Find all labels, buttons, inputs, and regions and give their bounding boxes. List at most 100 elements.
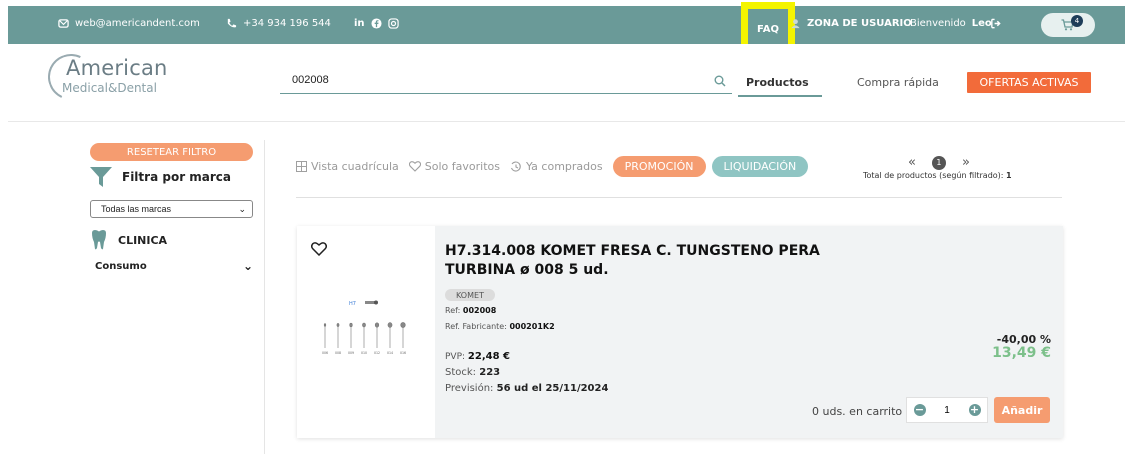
bur-head — [349, 322, 353, 328]
bur-head — [323, 323, 327, 327]
bought-label: Ya comprados — [525, 160, 603, 173]
toolbar-divider — [296, 197, 1062, 198]
promocion-filter[interactable]: PROMOCIÓN — [612, 156, 706, 177]
minus-icon: − — [913, 403, 926, 416]
funnel-icon — [90, 167, 112, 187]
nav-active-underline — [738, 95, 822, 97]
cart-button[interactable] — [1041, 13, 1095, 37]
quantity-stepper: − + — [906, 397, 988, 423]
bur-size-label: 010 — [361, 351, 367, 355]
category-label: CLINICA — [118, 233, 168, 247]
bur-head — [387, 322, 393, 328]
chevron-down-icon: ⌄ — [242, 259, 253, 273]
total-value: 1 — [1006, 171, 1012, 180]
grid-view-toggle[interactable]: Vista cuadrícula — [296, 160, 399, 173]
email-text: web@americandent.com — [75, 18, 200, 29]
image-code: H7 — [349, 301, 356, 307]
pvp-value: 22,48 € — [467, 351, 510, 362]
logout-button[interactable] — [990, 18, 1001, 29]
nav-compra-rapida[interactable]: Compra rápida — [857, 76, 939, 89]
main-header: American Medical&Dental Productos Compra… — [8, 44, 1125, 122]
bur-size-label: 014 — [387, 351, 393, 355]
pvp-price: PVP: 22,48 € — [445, 351, 510, 362]
stock-label: Stock: — [445, 367, 477, 378]
subcategory-consumo[interactable]: Consumo ⌄ — [95, 259, 253, 273]
bur-head — [374, 322, 380, 328]
category-clinica[interactable]: CLINICA — [90, 230, 167, 250]
bur-head — [400, 322, 406, 328]
stock-info: Stock: 223 — [445, 367, 500, 378]
favorite-heart-icon[interactable] — [311, 242, 327, 256]
plus-icon: + — [968, 403, 981, 416]
nav-productos[interactable]: Productos — [746, 76, 809, 89]
heart-outline-icon — [408, 161, 421, 172]
results-toolbar: Vista cuadrícula Solo favoritos Ya compr… — [296, 156, 814, 177]
ref-label: Ref: — [445, 306, 461, 315]
brand-select-value: Todas las marcas — [101, 204, 172, 214]
linkedin-icon[interactable]: in — [354, 18, 365, 29]
instagram-icon[interactable] — [387, 18, 399, 29]
chevron-down-icon: ⌄ — [238, 204, 246, 214]
subcategory-label: Consumo — [95, 261, 147, 272]
user-icon — [791, 19, 800, 29]
pagination: « 1 » — [908, 155, 970, 170]
phone-text: +34 934 196 544 — [243, 18, 331, 29]
liquidacion-filter[interactable]: LIQUIDACIÓN — [711, 156, 809, 177]
faq-label: FAQ — [757, 23, 779, 35]
bur-size-label: 012 — [374, 351, 380, 355]
logout-icon — [991, 18, 1001, 29]
search-bar — [280, 68, 732, 94]
ref-fab-value: 000201K2 — [509, 322, 555, 331]
bought-toggle[interactable]: Ya comprados — [510, 160, 603, 173]
mail-icon — [58, 19, 69, 28]
tooth-icon — [92, 230, 106, 250]
quantity-input[interactable] — [932, 398, 962, 422]
total-label: Total de productos (según filtrado): — [863, 171, 1004, 180]
bur-drill-illustration: H7 006 008 009 010 012 014 016 — [322, 300, 406, 355]
brand-logo[interactable]: American Medical&Dental — [41, 47, 168, 107]
brand-select[interactable]: Todas las marcas ⌄ — [90, 200, 253, 218]
grid-view-label: Vista cuadrícula — [311, 160, 399, 173]
product-card: H7 006 008 009 010 012 014 016 H7.314.008 KOME… — [297, 226, 1063, 438]
current-page[interactable]: 1 — [931, 155, 946, 170]
phone-icon — [227, 18, 237, 28]
social-links: in — [354, 18, 399, 29]
sale-price: 13,49 € — [992, 345, 1051, 361]
bur-head — [362, 322, 366, 328]
increase-qty-button[interactable]: + — [962, 398, 987, 422]
pvp-label: PVP: — [445, 352, 466, 362]
search-icon[interactable] — [714, 75, 726, 87]
product-title[interactable]: H7.314.008 KOMET FRESA C. TUNGSTENO PERA… — [445, 242, 865, 280]
favorites-toggle[interactable]: Solo favoritos — [408, 160, 500, 173]
decrease-qty-button[interactable]: − — [907, 398, 932, 422]
facebook-icon[interactable] — [371, 18, 382, 29]
ref-fab-label: Ref. Fabricante: — [445, 322, 507, 331]
phone-link[interactable]: +34 934 196 544 — [226, 18, 331, 29]
email-link[interactable]: web@americandent.com — [58, 18, 200, 29]
ref-value: 002008 — [462, 306, 497, 315]
filter-title: Filtra por marca — [122, 170, 232, 184]
in-cart-count: 0 uds. en carrito — [812, 405, 903, 418]
prevision-value: 56 ud el 25/11/2024 — [496, 383, 609, 394]
user-zone-link[interactable]: ZONA DE USUARIO — [790, 18, 912, 29]
total-products: Total de productos (según filtrado): 1 — [863, 171, 1012, 180]
bur-size-label: 006 — [322, 351, 328, 355]
favorites-label: Solo favoritos — [424, 160, 500, 173]
cart-count-badge: 4 — [1071, 15, 1083, 27]
bur-size-label: 008 — [335, 351, 341, 355]
add-to-cart-button[interactable]: Añadir — [994, 397, 1050, 423]
prev-page-icon[interactable]: « — [908, 155, 916, 170]
search-input[interactable] — [280, 68, 680, 86]
product-image[interactable]: H7 006 008 009 010 012 014 016 — [297, 226, 435, 438]
stock-value: 223 — [479, 367, 501, 378]
prevision-info: Previsión: 56 ud el 25/11/2024 — [445, 383, 608, 394]
product-ref: Ref: 002008 — [445, 306, 496, 315]
bur-size-label: 009 — [348, 351, 354, 355]
bur-size-label: 016 — [400, 351, 406, 355]
welcome-label: Bienvenido — [910, 18, 966, 29]
top-bar: web@americandent.com +34 934 196 544 in … — [8, 2, 1125, 56]
reset-filter-button[interactable]: RESETEAR FILTRO — [90, 143, 253, 161]
next-page-icon[interactable]: » — [962, 155, 970, 170]
grid-icon — [296, 161, 307, 172]
ofertas-activas-button[interactable]: OFERTAS ACTIVAS — [967, 72, 1091, 93]
